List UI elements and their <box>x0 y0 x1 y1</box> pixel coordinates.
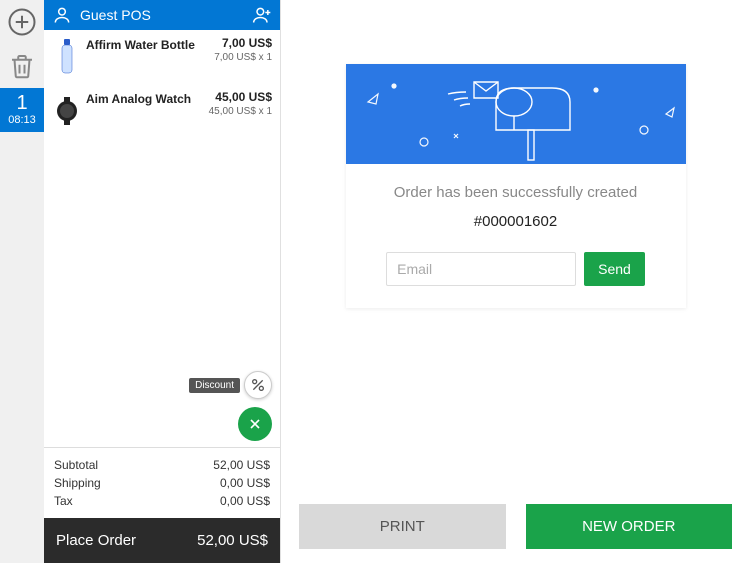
new-order-button[interactable]: NEW ORDER <box>526 504 733 549</box>
bottle-icon <box>61 39 73 75</box>
subtotal-value: 52,00 US$ <box>213 458 270 472</box>
cart-header: Guest POS <box>44 0 280 30</box>
tax-label: Tax <box>54 494 73 508</box>
subtotal-label: Subtotal <box>54 458 98 472</box>
discount-control: Discount <box>189 371 272 399</box>
place-order-label: Place Order <box>56 532 136 549</box>
shipping-label: Shipping <box>54 476 101 490</box>
item-subline: 7,00 US$ x 1 <box>214 52 272 63</box>
bottom-actions: PRINT NEW ORDER <box>281 504 750 563</box>
item-subline: 45,00 US$ x 1 <box>209 106 272 117</box>
plus-circle-icon <box>7 7 37 37</box>
trash-icon <box>7 51 37 81</box>
order-tab-time: 08:13 <box>0 114 44 126</box>
confirm-hero <box>346 64 686 164</box>
discount-label: Discount <box>189 378 240 393</box>
totals: Subtotal 52,00 US$ Shipping 0,00 US$ Tax 0,… <box>44 447 280 518</box>
cart-item[interactable]: Aim Analog Watch 45,00 US$ 45,00 US$ x 1 <box>44 84 280 138</box>
mailbox-icon <box>346 64 686 164</box>
item-price: 45,00 US$ <box>209 90 272 104</box>
place-order-button[interactable]: Place Order 52,00 US$ <box>44 518 280 563</box>
watch-icon <box>53 97 81 125</box>
add-user-button[interactable] <box>252 5 272 25</box>
product-thumbnail <box>52 90 82 132</box>
cart-item[interactable]: Affirm Water Bottle 7,00 US$ 7,00 US$ x … <box>44 30 280 84</box>
item-name: Affirm Water Bottle <box>86 36 214 52</box>
tax-value: 0,00 US$ <box>220 494 270 508</box>
add-tab-button[interactable] <box>0 0 44 44</box>
print-button[interactable]: PRINT <box>299 504 506 549</box>
cart-items: Affirm Water Bottle 7,00 US$ 7,00 US$ x … <box>44 30 280 447</box>
email-field[interactable] <box>386 252 576 286</box>
percent-icon <box>250 377 266 393</box>
close-icon <box>247 416 263 432</box>
item-name: Aim Analog Watch <box>86 90 209 106</box>
shipping-value: 0,00 US$ <box>220 476 270 490</box>
confirm-message: Order has been successfully created <box>362 184 670 201</box>
delete-tab-button[interactable] <box>0 44 44 88</box>
left-icon-sidebar: 1 08:13 <box>0 0 44 563</box>
order-id: #000001602 <box>362 213 670 230</box>
user-icon <box>52 5 72 25</box>
product-thumbnail <box>52 36 82 78</box>
cart-panel: Guest POS Affirm Water Bottle 7,00 US$ 7… <box>44 0 281 563</box>
place-order-total: 52,00 US$ <box>197 532 268 549</box>
order-tab-number: 1 <box>0 92 44 114</box>
confirm-card: Order has been successfully created #000… <box>346 64 686 308</box>
order-tab[interactable]: 1 08:13 <box>0 88 44 132</box>
result-panel: Order has been successfully created #000… <box>281 0 750 563</box>
close-discount-button[interactable] <box>238 407 272 441</box>
item-price: 7,00 US$ <box>214 36 272 50</box>
cart-title: Guest POS <box>72 7 252 23</box>
send-button[interactable]: Send <box>584 252 645 286</box>
discount-percent-button[interactable] <box>244 371 272 399</box>
